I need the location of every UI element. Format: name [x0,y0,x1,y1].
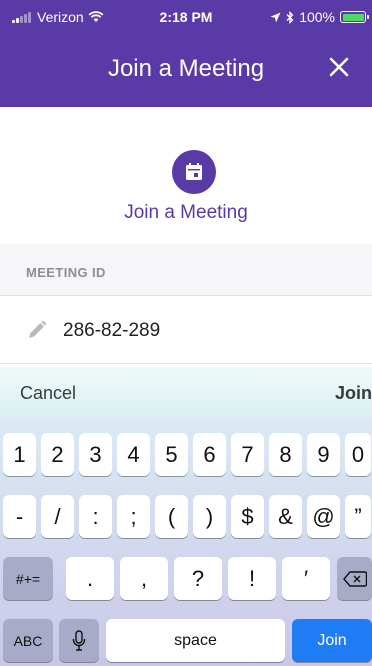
accessory-join-button[interactable]: Join [335,383,372,404]
key-period[interactable]: . [66,557,114,600]
header-title: Join a Meeting [107,55,265,82]
backspace-icon[interactable] [337,557,372,600]
key-2[interactable]: 2 [41,433,74,476]
key-close-paren[interactable]: ) [193,495,226,538]
key-more-symbols[interactable]: #+= [3,557,53,600]
key-abc[interactable]: ABC [3,619,53,662]
key-4[interactable]: 4 [117,433,150,476]
status-right: 100% [270,9,369,25]
key-colon[interactable]: : [79,495,112,538]
key-comma[interactable]: , [120,557,168,600]
key-ampersand[interactable]: & [269,495,302,538]
close-icon[interactable] [324,52,354,82]
battery-percent: 100% [299,9,335,25]
pencil-icon [26,319,48,341]
location-arrow-icon [270,12,281,22]
key-3[interactable]: 3 [79,433,112,476]
key-semicolon[interactable]: ; [117,495,150,538]
hero-title: Join a Meeting [124,202,248,223]
key-8[interactable]: 8 [269,433,302,476]
microphone-icon[interactable] [59,619,99,662]
join-meeting-screen: Verizon 2:18 PM 100% Join a Meeting Join… [0,0,372,666]
key-hyphen[interactable]: - [3,495,36,538]
key-5[interactable]: 5 [155,433,188,476]
key-slash[interactable]: / [41,495,74,538]
key-dollar[interactable]: $ [231,495,264,538]
cancel-button[interactable]: Cancel [20,383,76,404]
calendar-icon [172,150,216,194]
key-quote[interactable]: ” [345,495,371,538]
app-header: Verizon 2:18 PM 100% Join a Meeting [0,0,372,107]
keyboard-join-button[interactable]: Join [292,619,372,662]
key-space[interactable]: space [106,619,285,662]
battery-fill [342,13,364,21]
key-9[interactable]: 9 [307,433,340,476]
status-bar: Verizon 2:18 PM 100% [0,0,372,34]
battery-icon [340,11,369,23]
key-1[interactable]: 1 [3,433,36,476]
key-open-paren[interactable]: ( [155,495,188,538]
key-0[interactable]: 0 [345,433,371,476]
key-question[interactable]: ? [174,557,222,600]
key-7[interactable]: 7 [231,433,264,476]
key-apostrophe[interactable]: ′ [282,557,330,600]
key-exclamation[interactable]: ! [228,557,276,600]
bluetooth-icon [286,10,294,24]
key-6[interactable]: 6 [193,433,226,476]
meeting-id-label: MEETING ID [26,265,106,280]
key-at[interactable]: @ [307,495,340,538]
meeting-id-input[interactable] [63,317,343,345]
